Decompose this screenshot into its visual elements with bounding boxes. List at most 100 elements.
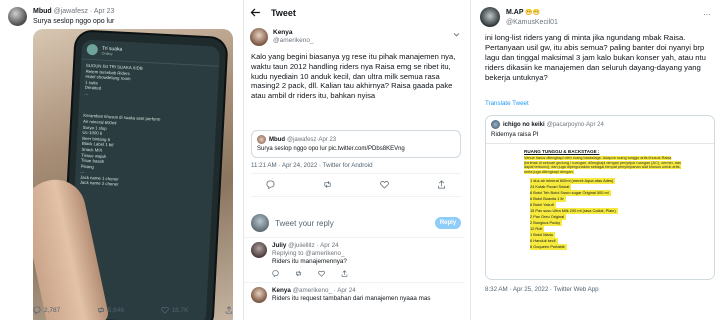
- display-name[interactable]: Kenya: [273, 29, 314, 37]
- avatar[interactable]: [250, 28, 268, 46]
- heart-icon[interactable]: [380, 180, 389, 189]
- like-count: 18.7K: [171, 306, 189, 314]
- heart-icon[interactable]: [318, 270, 325, 277]
- tweet-date[interactable]: Apr 24: [320, 242, 339, 249]
- reply-tweet[interactable]: Juliy @juiiellitz · Apr 24 Replying to @…: [251, 242, 463, 277]
- share-icon: [225, 306, 233, 314]
- display-name[interactable]: Juliy: [272, 242, 286, 249]
- avatar[interactable]: [251, 287, 267, 303]
- quoted-text: Surya seslop nggo opo lur pic.twitter.co…: [257, 146, 405, 152]
- heart-icon: [160, 306, 169, 314]
- quoted-display-name: ichigo no keiki: [503, 121, 545, 128]
- divider: [244, 282, 464, 283]
- back-arrow-icon[interactable]: [250, 7, 261, 18]
- reply-count: 2,787: [44, 306, 61, 314]
- quoted-display-name: Mbud: [269, 136, 285, 143]
- tweet-page-header: Tweet: [250, 7, 296, 18]
- riders-document-image: RUANG TUNGGU & BACKSTAGE : Venue harus d…: [486, 143, 714, 279]
- translate-tweet-link[interactable]: Translate Tweet: [485, 100, 529, 107]
- retweet-count: 5,646: [107, 306, 125, 314]
- handle[interactable]: @KamusKecil01: [506, 18, 558, 27]
- list-item: 6 Ooqueen Portable: [530, 244, 567, 250]
- list-item: 1 dus air mineral 600ml (merek Aqua atau…: [530, 178, 616, 184]
- divider: [251, 173, 461, 174]
- list-item: 6 Handuk kecil: [530, 238, 558, 244]
- divider: [251, 196, 461, 197]
- tweet-timestamp[interactable]: 8:32 AM · Apr 25, 2022 · Twitter Web App: [485, 286, 599, 293]
- quoted-date: Apr 23: [318, 136, 337, 143]
- tweet-panel-left: Mbud @jawafesz · Apr 23 Surya seslop ngg…: [0, 0, 240, 320]
- display-name[interactable]: Kenya: [272, 287, 291, 294]
- chat-message-text: SUOUN list TRI SUAKA XIDB Retem tersebab…: [79, 62, 161, 188]
- quoted-handle: @pacarpoyno: [546, 121, 585, 128]
- share-action[interactable]: [225, 306, 233, 314]
- quoted-avatar: [491, 120, 500, 129]
- tweet-text: ini long-list riders yang di minta jika …: [485, 33, 706, 82]
- reply-input[interactable]: Tweet your reply: [275, 219, 435, 228]
- quoted-date: Apr 24: [586, 121, 604, 128]
- retweet-icon[interactable]: [323, 180, 332, 189]
- avatar[interactable]: [8, 7, 27, 26]
- tweet-date[interactable]: Apr 24: [337, 287, 356, 294]
- list-item: 15 Pax susu Ultra Milk 200 ml (rasa Cokl…: [530, 208, 618, 214]
- quoted-avatar: [257, 135, 266, 144]
- retweet-action[interactable]: 5,646: [97, 306, 124, 314]
- reply-composer: Tweet your reply Reply: [251, 214, 461, 232]
- retweet-icon: [97, 306, 104, 314]
- avatar: [251, 214, 269, 232]
- reply-icon[interactable]: [272, 270, 279, 277]
- handle[interactable]: @jawafesz: [54, 8, 88, 15]
- tweet-date[interactable]: Apr 23: [94, 8, 115, 15]
- quoted-tweet[interactable]: ichigo no keiki @pacarpoyno · Apr 24 Rid…: [485, 115, 715, 280]
- list-item: 24 Kotak Pocari Sweat: [530, 184, 572, 190]
- chat-avatar: [86, 43, 99, 56]
- list-item: 6 Botol Teh Botol Sosro sugar Original 5…: [530, 190, 611, 196]
- tweet-timestamp[interactable]: 11:21 AM · Apr 24, 2022 · Twitter for An…: [251, 162, 373, 169]
- display-name[interactable]: M.AP 😁😁: [506, 8, 558, 18]
- list-item: 1 Botol Madu: [530, 232, 555, 238]
- handle[interactable]: @amerikeno_: [293, 287, 332, 294]
- page-title: Tweet: [271, 7, 296, 18]
- avatar[interactable]: [480, 7, 500, 27]
- document-list: 1 dus air mineral 600ml (merek Aqua atau…: [530, 178, 708, 250]
- list-item: 2 Bungkus Pocky: [530, 220, 563, 226]
- share-icon[interactable]: [437, 180, 446, 189]
- reply-tweet[interactable]: Kenya @amerikeno_ · Apr 24 Riders itu re…: [251, 287, 463, 303]
- more-options-icon[interactable]: ···: [703, 10, 711, 19]
- reply-text: Riders itu manajemennya?: [272, 258, 347, 265]
- display-name[interactable]: Mbud: [33, 8, 52, 15]
- handle[interactable]: @juiiellitz: [288, 242, 315, 249]
- tweet-actions: [266, 180, 446, 189]
- quoted-handle: @jawafesz: [287, 136, 317, 143]
- reply-button[interactable]: Reply: [435, 217, 461, 229]
- avatar[interactable]: [251, 242, 267, 258]
- divider: [244, 237, 464, 238]
- quoted-tweet[interactable]: Mbud @jawafesz · Apr 23 Surya seslop ngg…: [251, 130, 461, 158]
- replying-to: Replying to @amerikeno_: [272, 250, 345, 257]
- handle[interactable]: @amerikeno_: [273, 37, 314, 45]
- tweet-author: M.AP 😁😁 @KamusKecil01: [506, 8, 558, 27]
- like-action[interactable]: 18.7K: [160, 306, 189, 314]
- chevron-down-icon[interactable]: [453, 31, 460, 38]
- reply-text: Riders itu request tambahan dari manajem…: [272, 295, 431, 302]
- list-item: 6 Botol Buavita 1 ltr: [530, 196, 566, 202]
- tweet-text: Kalo yang begini biasanya yg rese itu pi…: [251, 52, 456, 101]
- list-item: 6 Botol Yakult: [530, 202, 556, 208]
- reply-icon[interactable]: [266, 180, 275, 189]
- emoji-icon: 😁😁: [525, 10, 541, 16]
- reply-action[interactable]: 2,787: [33, 306, 60, 314]
- list-item: 12 Roti: [530, 226, 545, 232]
- tweet-panel-right: M.AP 😁😁 @KamusKecil01 ··· ini long-list …: [470, 0, 720, 320]
- reply-icon: [33, 306, 41, 314]
- document-title: RUANG TUNGGU & BACKSTAGE :: [524, 149, 600, 154]
- tweet-text: Surya seslop nggo opo lur: [33, 18, 115, 25]
- tweet-header: Mbud @jawafesz · Apr 23 Surya seslop ngg…: [8, 7, 114, 26]
- document-paragraph: Venue harus dilengkapi oleh ruang backst…: [524, 156, 682, 174]
- tweet-panel-middle: Tweet Kenya @amerikeno_ Kalo yang begini…: [243, 0, 464, 320]
- list-item: 2 Pax Oreo Original: [530, 214, 567, 220]
- tweet-author: Kenya @amerikeno_: [250, 28, 314, 46]
- tweet-photo[interactable]: Tri suaka Online SUOUN list TRI SUAKA XI…: [33, 29, 233, 320]
- retweet-icon[interactable]: [295, 270, 302, 277]
- share-icon[interactable]: [341, 270, 348, 277]
- reply-actions: [272, 270, 463, 277]
